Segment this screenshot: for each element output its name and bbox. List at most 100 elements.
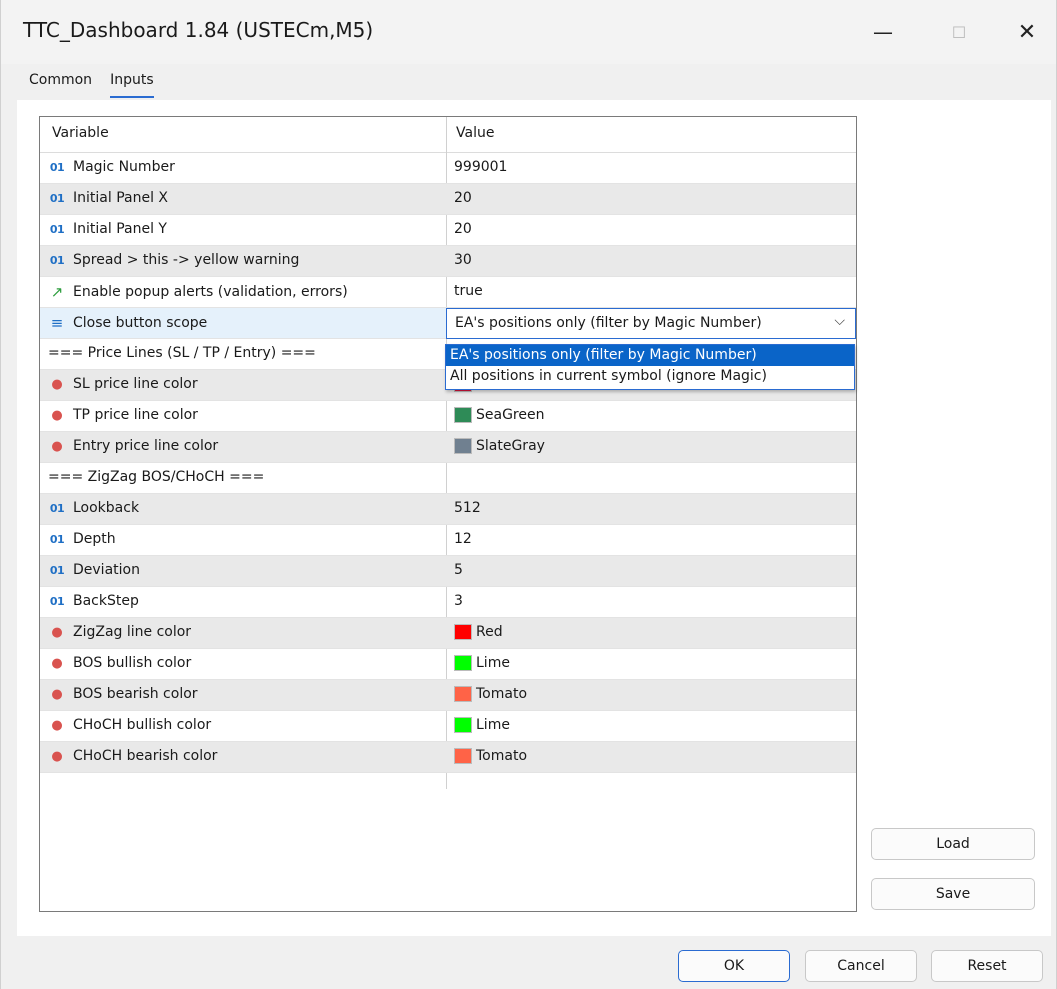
- table-row[interactable]: ● BOS bullish color Lime: [40, 649, 856, 680]
- color-type-icon: ●: [51, 686, 63, 702]
- table-row[interactable]: 01 Initial Panel Y 20: [40, 215, 856, 246]
- minimize-icon[interactable]: —: [863, 14, 903, 50]
- variable-cell: === Price Lines (SL / TP / Entry) ===: [48, 345, 316, 361]
- boolean-type-icon: ↗: [50, 283, 64, 301]
- integer-type-icon: 01: [49, 191, 65, 205]
- dropdown-option-ea-positions[interactable]: EA's positions only (filter by Magic Num…: [446, 345, 854, 366]
- value-cell[interactable]: Tomato: [454, 686, 527, 702]
- integer-type-icon: 01: [49, 222, 65, 236]
- close-icon[interactable]: ✕: [1007, 14, 1047, 50]
- window-title: TTC_Dashboard 1.84 (USTECm,M5): [23, 18, 374, 42]
- table-row[interactable]: ● TP price line color SeaGreen: [40, 401, 856, 432]
- value-cell[interactable]: 30: [454, 252, 472, 268]
- variable-cell: 01 Deviation: [48, 562, 140, 578]
- value-text: 5: [454, 562, 463, 578]
- variable-cell: ● SL price line color: [48, 376, 197, 392]
- value-cell[interactable]: Red: [454, 624, 503, 640]
- dropdown-option-all-positions[interactable]: All positions in current symbol (ignore …: [446, 366, 854, 387]
- value-cell[interactable]: Lime: [454, 717, 510, 733]
- variable-label: BOS bearish color: [73, 686, 198, 702]
- value-text: Lime: [476, 655, 510, 671]
- table-row[interactable]: 01 Spread > this -> yellow warning 30: [40, 246, 856, 277]
- variable-label: === Price Lines (SL / TP / Entry) ===: [48, 345, 316, 361]
- tab-inputs[interactable]: Inputs: [110, 70, 154, 98]
- table-row[interactable]: ● CHoCH bullish color Lime: [40, 711, 856, 742]
- color-type-icon: ●: [51, 407, 63, 423]
- color-swatch: [454, 438, 472, 454]
- variable-label: Enable popup alerts (validation, errors): [73, 284, 348, 300]
- inputs-grid: Variable Value 01 Magic Number 999001 01 Ini…: [39, 116, 857, 912]
- table-row[interactable]: ≡ Close button scope EA's positions only (…: [40, 308, 856, 339]
- cancel-button[interactable]: Cancel: [805, 950, 917, 982]
- table-row[interactable]: 01 Deviation 5: [40, 556, 856, 587]
- value-cell[interactable]: 20: [454, 221, 472, 237]
- reset-button[interactable]: Reset: [931, 950, 1043, 982]
- variable-label: BackStep: [73, 593, 139, 609]
- dialog-window: TTC_Dashboard 1.84 (USTECm,M5) — ☐ ✕ Com…: [0, 0, 1057, 989]
- grid-header: Variable Value: [40, 117, 856, 153]
- table-row[interactable]: ● ZigZag line color Red: [40, 618, 856, 649]
- variable-label: Initial Panel X: [73, 190, 168, 206]
- color-swatch: [454, 748, 472, 764]
- variable-label: === ZigZag BOS/CHoCH ===: [48, 469, 265, 485]
- table-row[interactable]: ↗ Enable popup alerts (validation, errors…: [40, 277, 856, 308]
- tab-bar: Common Inputs: [29, 70, 154, 98]
- chevron-down-icon[interactable]: ⌵: [834, 313, 845, 329]
- table-row[interactable]: 01 Lookback 512: [40, 494, 856, 525]
- color-type-icon: ●: [51, 376, 63, 392]
- value-cell[interactable]: 512: [454, 500, 481, 516]
- value-cell[interactable]: 5: [454, 562, 463, 578]
- table-row[interactable]: ● BOS bearish color Tomato: [40, 680, 856, 711]
- integer-type-icon: 01: [49, 563, 65, 577]
- variable-cell: ● BOS bearish color: [48, 686, 198, 702]
- variable-cell: 01 Lookback: [48, 500, 139, 516]
- select-value: EA's positions only (filter by Magic Num…: [455, 315, 762, 331]
- variable-cell: ● CHoCH bearish color: [48, 748, 217, 764]
- value-cell[interactable]: true: [454, 283, 483, 299]
- table-row[interactable]: 01 Magic Number 999001: [40, 153, 856, 184]
- table-row[interactable]: ● Entry price line color SlateGray: [40, 432, 856, 463]
- value-cell[interactable]: 3: [454, 593, 463, 609]
- value-cell[interactable]: SeaGreen: [454, 407, 544, 423]
- value-text: 20: [454, 190, 472, 206]
- variable-label: ZigZag line color: [73, 624, 192, 640]
- value-cell[interactable]: 999001: [454, 159, 507, 175]
- variable-cell: ● BOS bullish color: [48, 655, 191, 671]
- variable-cell: ● CHoCH bullish color: [48, 717, 211, 733]
- value-text: 12: [454, 531, 472, 547]
- value-cell[interactable]: 20: [454, 190, 472, 206]
- value-cell[interactable]: Tomato: [454, 748, 527, 764]
- value-cell[interactable]: SlateGray: [454, 438, 545, 454]
- table-row[interactable]: ● CHoCH bearish color Tomato: [40, 742, 856, 773]
- integer-type-icon: 01: [49, 532, 65, 546]
- value-text: Red: [476, 624, 503, 640]
- variable-label: Close button scope: [73, 315, 208, 331]
- close-scope-select[interactable]: EA's positions only (filter by Magic Num…: [446, 308, 856, 339]
- value-text: Tomato: [476, 748, 528, 764]
- value-text: SlateGray: [476, 438, 545, 454]
- tab-common[interactable]: Common: [29, 70, 92, 98]
- variable-cell: 01 Initial Panel X: [48, 190, 168, 206]
- column-header-value[interactable]: Value: [456, 125, 494, 141]
- table-row[interactable]: 01 Initial Panel X 20: [40, 184, 856, 215]
- variable-cell: 01 Depth: [48, 531, 116, 547]
- variable-cell: ● TP price line color: [48, 407, 198, 423]
- table-row[interactable]: === ZigZag BOS/CHoCH ===: [40, 463, 856, 494]
- save-button[interactable]: Save: [871, 878, 1035, 910]
- variable-cell: ↗ Enable popup alerts (validation, errors…: [48, 283, 348, 301]
- variable-label: CHoCH bearish color: [73, 748, 218, 764]
- load-button[interactable]: Load: [871, 828, 1035, 860]
- value-cell[interactable]: 12: [454, 531, 472, 547]
- value-cell[interactable]: Lime: [454, 655, 510, 671]
- variable-label: Entry price line color: [73, 438, 219, 454]
- color-swatch: [454, 717, 472, 733]
- variable-label: Depth: [73, 531, 116, 547]
- variable-label: BOS bullish color: [73, 655, 192, 671]
- variable-label: Magic Number: [73, 159, 175, 175]
- maximize-icon[interactable]: ☐: [939, 14, 979, 50]
- ok-button[interactable]: OK: [678, 950, 790, 982]
- table-row[interactable]: 01 BackStep 3: [40, 587, 856, 618]
- table-row[interactable]: 01 Depth 12: [40, 525, 856, 556]
- variable-label: Deviation: [73, 562, 140, 578]
- column-header-variable[interactable]: Variable: [52, 125, 109, 141]
